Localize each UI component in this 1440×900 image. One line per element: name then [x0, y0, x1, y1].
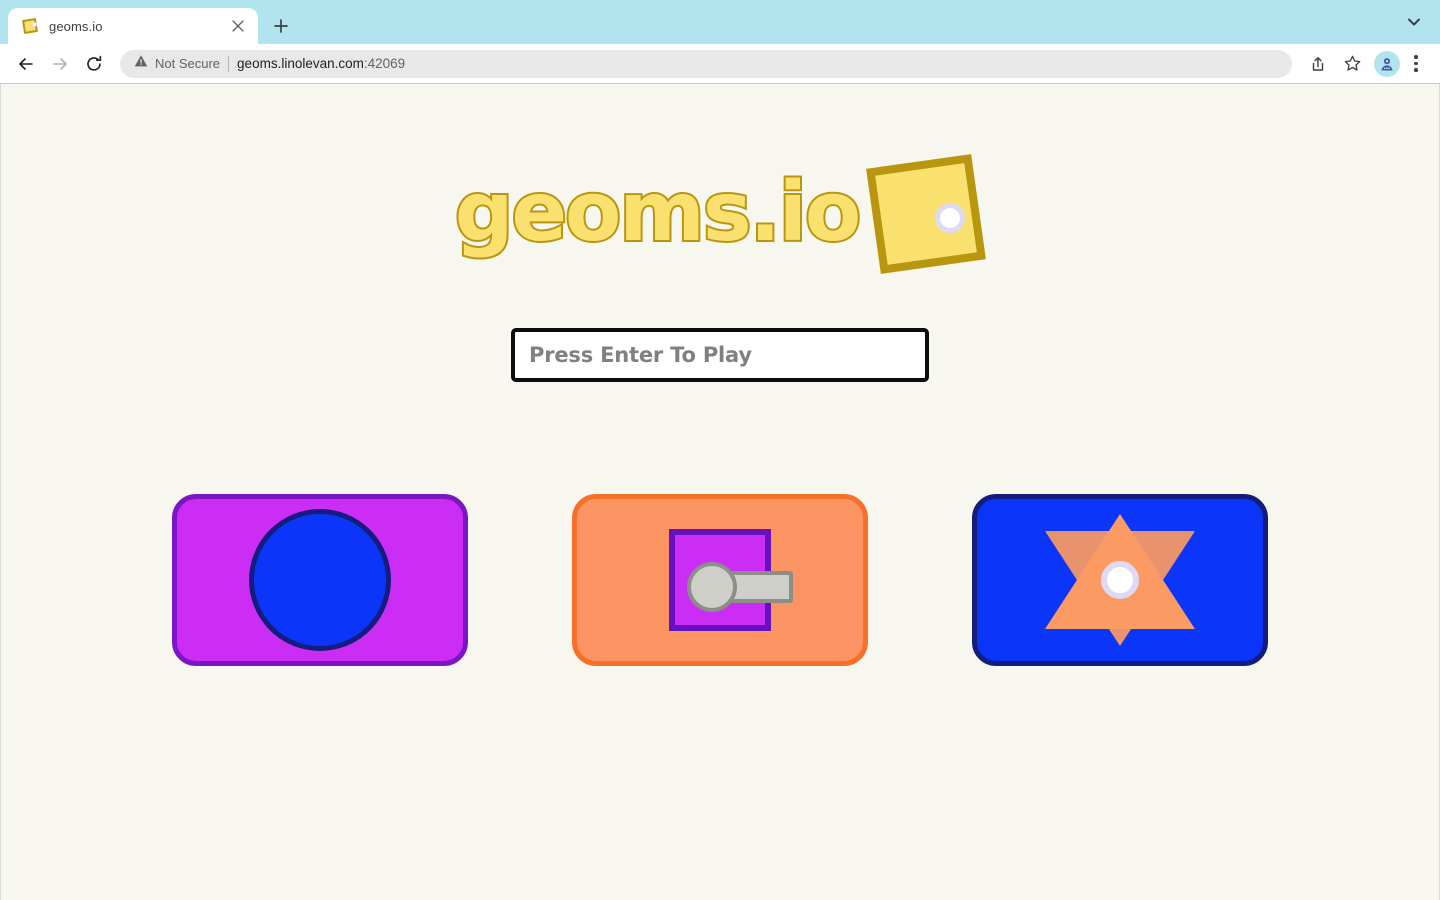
browser-window: geoms.io Not Secure geoms.linolevan.com:…	[0, 0, 1440, 900]
chevron-down-icon[interactable]	[1400, 8, 1428, 36]
warning-triangle-icon	[134, 54, 148, 73]
menu-dot	[1414, 55, 1418, 59]
back-icon[interactable]	[10, 48, 42, 80]
logo-square-icon	[866, 154, 987, 274]
share-icon[interactable]	[1302, 48, 1334, 80]
star-center-dot	[1101, 561, 1139, 599]
card-square-key[interactable]	[572, 494, 868, 666]
browser-toolbar: Not Secure geoms.linolevan.com:42069	[0, 44, 1440, 84]
omnibox-divider	[228, 55, 230, 72]
profile-avatar[interactable]	[1374, 50, 1400, 77]
reload-icon[interactable]	[78, 48, 110, 80]
square-shape-icon	[669, 529, 793, 631]
three-dot-menu[interactable]	[1402, 50, 1430, 78]
security-indicator[interactable]: Not Secure	[134, 54, 220, 73]
site-logo: geoms.io	[453, 142, 987, 292]
card-star[interactable]	[972, 494, 1268, 666]
key-head-icon	[687, 562, 737, 612]
geoms-square-favicon	[21, 17, 39, 35]
menu-dot	[1414, 61, 1418, 66]
geoms-home-page: geoms.io	[1, 84, 1439, 900]
six-point-star-icon	[1045, 514, 1195, 646]
menu-dot	[1414, 68, 1418, 72]
page-viewport: geoms.io	[0, 84, 1440, 900]
tab-strip: geoms.io	[0, 0, 1440, 44]
tab-title: geoms.io	[49, 18, 103, 34]
game-mode-cards	[172, 494, 1268, 666]
browser-tab[interactable]: geoms.io	[8, 8, 258, 44]
url-host: geoms.linolevan.com	[237, 56, 364, 71]
url-text: geoms.linolevan.com:42069	[237, 56, 405, 71]
address-bar[interactable]: Not Secure geoms.linolevan.com:42069	[120, 49, 1292, 78]
close-icon[interactable]	[228, 16, 248, 36]
forward-icon	[44, 48, 76, 80]
url-port: :42069	[363, 56, 406, 71]
new-tab-button[interactable]	[264, 9, 298, 43]
player-name-input[interactable]	[511, 328, 929, 382]
circle-shape-icon	[249, 509, 391, 651]
security-label: Not Secure	[155, 56, 221, 71]
logo-wordmark: geoms.io	[453, 165, 863, 260]
bookmark-star-icon[interactable]	[1336, 48, 1368, 80]
card-circle[interactable]	[172, 494, 468, 666]
